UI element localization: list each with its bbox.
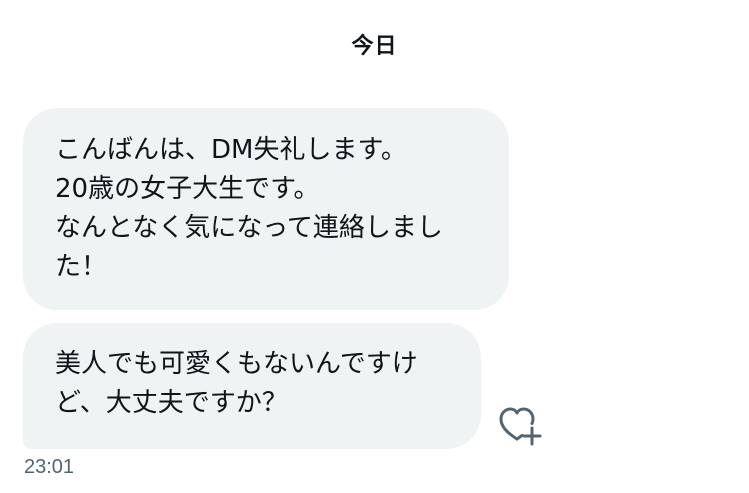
message-text-line: ど、大丈夫ですか？: [55, 388, 288, 418]
message-text-line: 美人でも可愛くもないんですけ: [55, 349, 418, 379]
message-text-line: なんとなく気になって連絡しまし: [55, 213, 443, 243]
message-text-line: 20歳の女子大生です。: [55, 174, 320, 204]
message-bubble[interactable]: 美人でも可愛くもないんですけ ど、大丈夫ですか？: [23, 323, 481, 449]
date-separator: 今日: [351, 34, 398, 59]
message-timestamp: 23:01: [24, 456, 75, 478]
message-text-line: た！: [55, 252, 108, 282]
add-reaction-button[interactable]: [498, 406, 544, 446]
message-text-line: こんばんは、DM失礼します。: [55, 135, 407, 165]
heart-plus-icon: [499, 407, 542, 446]
message-bubble[interactable]: こんばんは、DM失礼します。 20歳の女子大生です。 なんとなく気になって連絡し…: [23, 108, 509, 310]
